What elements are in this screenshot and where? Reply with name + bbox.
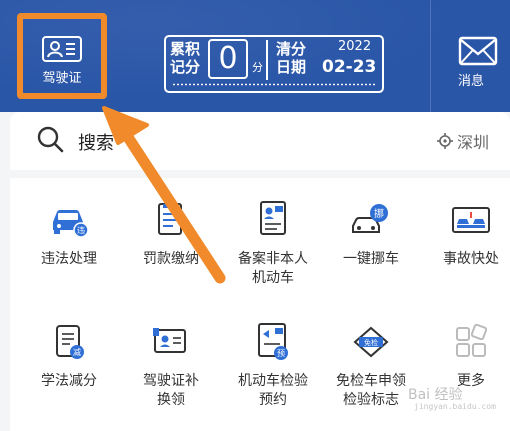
envelope-icon [458,36,498,70]
vehicle-filing-icon [251,198,295,242]
svg-text:预: 预 [277,348,285,358]
grid-label: 罚款缴纳 [143,251,199,267]
accident-icon [449,198,493,242]
grid-item-violation[interactable]: 违 违法处理 [24,198,114,269]
grid-item-study[interactable]: 减 学法减分 [24,320,114,391]
clear-date-label: 清分日期 [276,40,307,76]
clear-date: 02-23 [322,57,377,77]
score-value: 0 [208,39,248,79]
grid-item-license-reissue[interactable]: 驾驶证补换领 [126,320,216,410]
grid-label: 学法减分 [41,373,97,389]
svg-text:免检: 免检 [364,338,378,347]
svg-text:违: 违 [77,226,85,235]
more-apps-icon [449,320,493,364]
dotted-decoration [172,83,376,86]
location-icon [437,133,453,153]
grid-item-accident[interactable]: 事故快处 [426,198,510,269]
watermark-url: jingyan.baidu.com [414,402,496,411]
grid-item-more[interactable]: 更多 [426,320,510,391]
driver-license-button[interactable]: 驾驶证 [17,13,107,99]
search-input[interactable]: 搜索 [78,129,114,155]
grid-label: 违法处理 [41,251,97,267]
top-header: 驾驶证 累积记分 0 分 清分日期 2022 02-23 消息 [0,0,510,112]
fine-payment-icon [149,198,193,242]
grid-item-filing[interactable]: 备案非本人机动车 [228,198,318,288]
grid-label: 备案非本人机动车 [238,251,308,286]
city-selector[interactable]: 深圳 [457,129,489,153]
exempt-inspection-icon: 免检 [349,320,393,364]
messages-label: 消息 [458,74,485,89]
license-reissue-icon [149,320,193,364]
score-label: 累积记分 [170,40,201,76]
grid-label: 免检车申领检验标志 [336,373,406,408]
score-divider [266,40,268,80]
watermark: Bai 经验 [408,387,463,403]
header-divider [430,0,431,112]
grid-label: 事故快处 [443,251,499,267]
grid-item-fine[interactable]: 罚款缴纳 [126,198,216,269]
id-card-icon [41,35,83,67]
driver-license-label: 驾驶证 [42,71,82,86]
score-unit: 分 [252,61,263,74]
grid-label: 机动车检验预约 [238,373,308,408]
messages-button[interactable]: 消息 [458,36,498,89]
grid-item-exempt[interactable]: 免检 免检车申领检验标志 [326,320,416,410]
grid-label: 一键挪车 [343,251,399,267]
inspection-appointment-icon: 预 [251,320,295,364]
grid-item-move-car[interactable]: 挪 一键挪车 [326,198,416,269]
grid-label: 驾驶证补换领 [143,373,199,408]
move-car-icon: 挪 [349,198,393,242]
svg-text:挪: 挪 [374,207,384,220]
score-panel[interactable]: 累积记分 0 分 清分日期 2022 02-23 [164,35,384,93]
clear-year: 2022 [338,39,372,54]
svg-text:减: 减 [73,347,81,357]
search-bar[interactable]: 搜索 深圳 [10,112,510,168]
car-violation-icon: 违 [47,198,91,242]
grid-item-inspection[interactable]: 预 机动车检验预约 [228,320,318,410]
search-icon [36,125,64,157]
study-reduce-points-icon: 减 [47,320,91,364]
section-divider [10,170,510,178]
